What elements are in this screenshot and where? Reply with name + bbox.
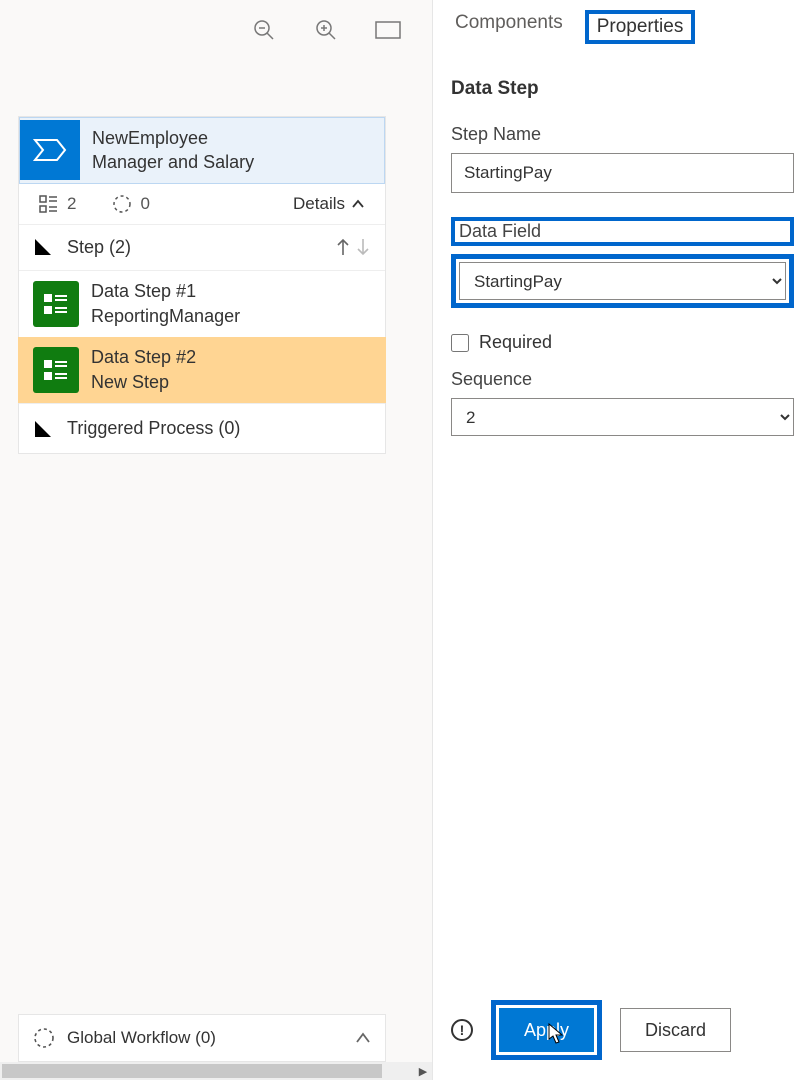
process-card-stats: 2 0 Details bbox=[19, 184, 385, 224]
scrollbar-thumb[interactable] bbox=[2, 1064, 382, 1078]
triangle-expanded-icon bbox=[33, 237, 53, 257]
data-step-1-title: Data Step #1 bbox=[91, 279, 240, 304]
data-step-2-title: Data Step #2 bbox=[91, 345, 196, 370]
fit-screen-icon[interactable] bbox=[374, 16, 402, 44]
global-workflow-bar[interactable]: Global Workflow (0) bbox=[18, 1014, 386, 1062]
data-step-2-subtitle: New Step bbox=[91, 370, 196, 395]
zoom-in-icon[interactable] bbox=[312, 16, 340, 44]
details-toggle[interactable]: Details bbox=[293, 194, 365, 214]
apply-button[interactable]: Apply bbox=[499, 1008, 594, 1052]
data-step-icon bbox=[33, 347, 79, 393]
process-card-container: NewEmployee Manager and Salary 2 bbox=[0, 116, 432, 454]
panel-tabs: Components Properties bbox=[451, 10, 794, 44]
stat-steps: 2 bbox=[39, 194, 76, 214]
data-step-row-1[interactable]: Data Step #1 ReportingManager bbox=[19, 270, 385, 337]
triggered-label: Triggered Process (0) bbox=[67, 418, 240, 439]
steps-count: 2 bbox=[67, 194, 76, 214]
data-step-row-2[interactable]: Data Step #2 New Step bbox=[18, 337, 386, 403]
highlight-properties-tab: Properties bbox=[585, 10, 696, 44]
process-card: NewEmployee Manager and Salary 2 bbox=[18, 116, 386, 454]
triangle-collapsed-icon bbox=[33, 419, 53, 439]
process-title-line2: Manager and Salary bbox=[92, 150, 254, 174]
sequence-label: Sequence bbox=[451, 369, 794, 390]
step-name-input[interactable] bbox=[451, 153, 794, 193]
highlight-data-field-label: Data Field bbox=[451, 217, 794, 246]
step-move-arrows bbox=[335, 237, 371, 257]
data-field-label: Data Field bbox=[459, 221, 541, 241]
arrow-up-icon[interactable] bbox=[335, 237, 351, 257]
process-card-header[interactable]: NewEmployee Manager and Salary bbox=[19, 117, 385, 184]
zoom-out-icon[interactable] bbox=[250, 16, 278, 44]
global-workflow-label: Global Workflow (0) bbox=[67, 1028, 216, 1048]
data-step-1-subtitle: ReportingManager bbox=[91, 304, 240, 329]
toolbar bbox=[0, 0, 432, 60]
required-checkbox[interactable] bbox=[451, 334, 469, 352]
required-label: Required bbox=[479, 332, 552, 353]
steps-section-header[interactable]: Step (2) bbox=[19, 224, 385, 270]
steps-header-label: Step (2) bbox=[67, 237, 131, 258]
properties-section-title: Data Step bbox=[451, 78, 794, 100]
process-stage-icon bbox=[20, 120, 80, 180]
highlight-data-field-select: StartingPay bbox=[451, 254, 794, 308]
details-label: Details bbox=[293, 194, 345, 214]
tab-properties[interactable]: Properties bbox=[593, 14, 688, 40]
process-card-titles: NewEmployee Manager and Salary bbox=[80, 118, 266, 183]
scroll-right-icon[interactable]: ▶ bbox=[414, 1062, 432, 1080]
process-title-line1: NewEmployee bbox=[92, 126, 254, 150]
dashed-circle-icon bbox=[112, 194, 132, 214]
progress-count: 0 bbox=[140, 194, 149, 214]
right-panel: Components Properties Data Step Step Nam… bbox=[432, 0, 812, 1080]
sequence-select[interactable]: 2 bbox=[451, 398, 794, 436]
arrow-down-icon[interactable] bbox=[355, 237, 371, 257]
tab-components[interactable]: Components bbox=[451, 10, 567, 44]
chevron-up-icon[interactable] bbox=[355, 1032, 371, 1044]
stat-progress: 0 bbox=[112, 194, 149, 214]
required-checkbox-row[interactable]: Required bbox=[451, 332, 794, 353]
bottom-buttons: ! Apply Discard bbox=[451, 1000, 794, 1060]
chevron-up-icon bbox=[351, 199, 365, 209]
triggered-process-row[interactable]: Triggered Process (0) bbox=[19, 403, 385, 453]
highlight-apply-button: Apply bbox=[491, 1000, 602, 1060]
discard-button[interactable]: Discard bbox=[620, 1008, 731, 1052]
dashed-circle-icon bbox=[33, 1027, 55, 1049]
horizontal-scrollbar[interactable]: ▶ bbox=[0, 1062, 432, 1080]
info-icon[interactable]: ! bbox=[451, 1019, 473, 1041]
step-name-label: Step Name bbox=[451, 124, 794, 145]
list-icon bbox=[39, 195, 59, 213]
data-step-icon bbox=[33, 281, 79, 327]
left-panel: NewEmployee Manager and Salary 2 bbox=[0, 0, 432, 1080]
data-field-select[interactable]: StartingPay bbox=[459, 262, 786, 300]
